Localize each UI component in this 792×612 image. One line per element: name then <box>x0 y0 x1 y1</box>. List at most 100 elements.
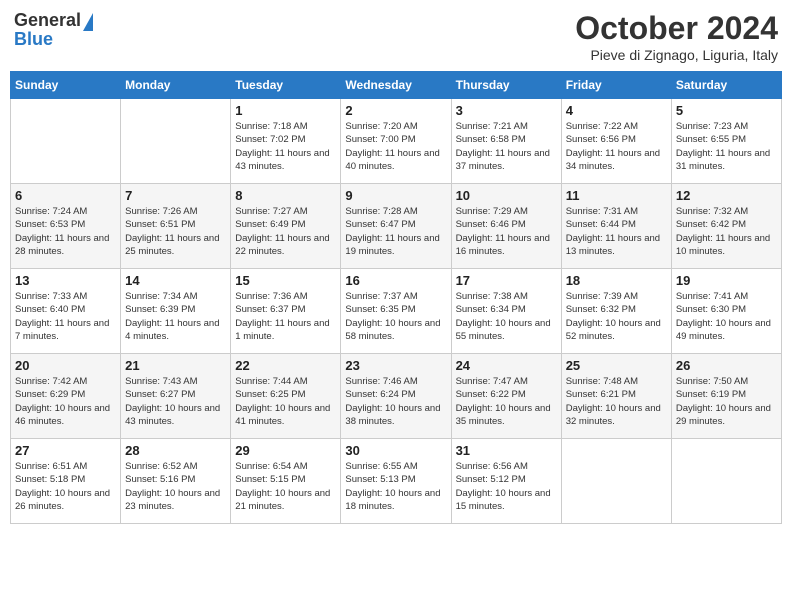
logo-triangle <box>83 13 93 31</box>
logo-blue: Blue <box>14 29 53 50</box>
calendar-cell: 20 Sunrise: 7:42 AM Sunset: 6:29 PM Dayli… <box>11 354 121 439</box>
day-info: Sunrise: 7:32 AM Sunset: 6:42 PM Dayligh… <box>676 205 777 258</box>
calendar-cell: 21 Sunrise: 7:43 AM Sunset: 6:27 PM Dayli… <box>121 354 231 439</box>
day-number: 4 <box>566 103 667 118</box>
calendar-cell: 9 Sunrise: 7:28 AM Sunset: 6:47 PM Daylig… <box>341 184 451 269</box>
weekday-header-monday: Monday <box>121 72 231 99</box>
weekday-header-thursday: Thursday <box>451 72 561 99</box>
calendar-cell: 6 Sunrise: 7:24 AM Sunset: 6:53 PM Daylig… <box>11 184 121 269</box>
calendar-cell <box>561 439 671 524</box>
day-info: Sunrise: 7:24 AM Sunset: 6:53 PM Dayligh… <box>15 205 116 258</box>
day-number: 5 <box>676 103 777 118</box>
calendar-cell <box>121 99 231 184</box>
day-info: Sunrise: 7:43 AM Sunset: 6:27 PM Dayligh… <box>125 375 226 428</box>
calendar-cell: 5 Sunrise: 7:23 AM Sunset: 6:55 PM Daylig… <box>671 99 781 184</box>
day-info: Sunrise: 7:23 AM Sunset: 6:55 PM Dayligh… <box>676 120 777 173</box>
day-info: Sunrise: 6:52 AM Sunset: 5:16 PM Dayligh… <box>125 460 226 513</box>
calendar-cell: 10 Sunrise: 7:29 AM Sunset: 6:46 PM Dayli… <box>451 184 561 269</box>
day-info: Sunrise: 7:39 AM Sunset: 6:32 PM Dayligh… <box>566 290 667 343</box>
calendar-cell: 18Sunrise: 7:39 AM Sunset: 6:32 PM Dayli… <box>561 269 671 354</box>
day-number: 3 <box>456 103 557 118</box>
day-info: Sunrise: 7:22 AM Sunset: 6:56 PM Dayligh… <box>566 120 667 173</box>
day-number: 21 <box>125 358 226 373</box>
calendar-cell: 4 Sunrise: 7:22 AM Sunset: 6:56 PM Daylig… <box>561 99 671 184</box>
weekday-header-tuesday: Tuesday <box>231 72 341 99</box>
calendar-cell: 30Sunrise: 6:55 AM Sunset: 5:13 PM Dayli… <box>341 439 451 524</box>
day-info: Sunrise: 7:50 AM Sunset: 6:19 PM Dayligh… <box>676 375 777 428</box>
day-info: Sunrise: 7:46 AM Sunset: 6:24 PM Dayligh… <box>345 375 446 428</box>
day-info: Sunrise: 6:56 AM Sunset: 5:12 PM Dayligh… <box>456 460 557 513</box>
calendar-cell: 31 Sunrise: 6:56 AM Sunset: 5:12 PM Dayli… <box>451 439 561 524</box>
weekday-header-sunday: Sunday <box>11 72 121 99</box>
day-info: Sunrise: 7:21 AM Sunset: 6:58 PM Dayligh… <box>456 120 557 173</box>
day-info: Sunrise: 7:29 AM Sunset: 6:46 PM Dayligh… <box>456 205 557 258</box>
calendar-cell: 26 Sunrise: 7:50 AM Sunset: 6:19 PM Dayli… <box>671 354 781 439</box>
day-info: Sunrise: 7:47 AM Sunset: 6:22 PM Dayligh… <box>456 375 557 428</box>
day-info: Sunrise: 7:41 AM Sunset: 6:30 PM Dayligh… <box>676 290 777 343</box>
calendar-cell: 11 Sunrise: 7:31 AM Sunset: 6:44 PM Dayli… <box>561 184 671 269</box>
week-row-2: 6 Sunrise: 7:24 AM Sunset: 6:53 PM Daylig… <box>11 184 782 269</box>
day-info: Sunrise: 7:36 AM Sunset: 6:37 PM Dayligh… <box>235 290 336 343</box>
day-number: 8 <box>235 188 336 203</box>
calendar-cell: 16Sunrise: 7:37 AM Sunset: 6:35 PM Dayli… <box>341 269 451 354</box>
day-number: 28 <box>125 443 226 458</box>
day-number: 11 <box>566 188 667 203</box>
day-info: Sunrise: 6:54 AM Sunset: 5:15 PM Dayligh… <box>235 460 336 513</box>
day-info: Sunrise: 7:42 AM Sunset: 6:29 PM Dayligh… <box>15 375 116 428</box>
day-number: 31 <box>456 443 557 458</box>
day-number: 6 <box>15 188 116 203</box>
week-row-5: 27Sunrise: 6:51 AM Sunset: 5:18 PM Dayli… <box>11 439 782 524</box>
logo: General Blue <box>14 10 93 50</box>
calendar-cell: 24 Sunrise: 7:47 AM Sunset: 6:22 PM Dayli… <box>451 354 561 439</box>
day-number: 9 <box>345 188 446 203</box>
day-info: Sunrise: 7:34 AM Sunset: 6:39 PM Dayligh… <box>125 290 226 343</box>
day-number: 1 <box>235 103 336 118</box>
calendar-cell: 28 Sunrise: 6:52 AM Sunset: 5:16 PM Dayli… <box>121 439 231 524</box>
weekday-header-friday: Friday <box>561 72 671 99</box>
day-number: 27 <box>15 443 116 458</box>
day-number: 13 <box>15 273 116 288</box>
calendar-cell: 8Sunrise: 7:27 AM Sunset: 6:49 PM Daylig… <box>231 184 341 269</box>
day-number: 24 <box>456 358 557 373</box>
day-info: Sunrise: 7:48 AM Sunset: 6:21 PM Dayligh… <box>566 375 667 428</box>
calendar-cell: 15 Sunrise: 7:36 AM Sunset: 6:37 PM Dayli… <box>231 269 341 354</box>
day-info: Sunrise: 7:18 AM Sunset: 7:02 PM Dayligh… <box>235 120 336 173</box>
day-info: Sunrise: 7:28 AM Sunset: 6:47 PM Dayligh… <box>345 205 446 258</box>
calendar-cell: 7 Sunrise: 7:26 AM Sunset: 6:51 PM Daylig… <box>121 184 231 269</box>
day-number: 26 <box>676 358 777 373</box>
calendar-cell <box>11 99 121 184</box>
calendar-table: SundayMondayTuesdayWednesdayThursdayFrid… <box>10 71 782 524</box>
logo-general: General <box>14 10 81 31</box>
day-number: 14 <box>125 273 226 288</box>
day-number: 16 <box>345 273 446 288</box>
day-number: 10 <box>456 188 557 203</box>
day-info: Sunrise: 7:20 AM Sunset: 7:00 PM Dayligh… <box>345 120 446 173</box>
week-row-3: 13 Sunrise: 7:33 AM Sunset: 6:40 PM Dayli… <box>11 269 782 354</box>
day-number: 22 <box>235 358 336 373</box>
calendar-cell: 29Sunrise: 6:54 AM Sunset: 5:15 PM Dayli… <box>231 439 341 524</box>
week-row-4: 20 Sunrise: 7:42 AM Sunset: 6:29 PM Dayli… <box>11 354 782 439</box>
day-number: 15 <box>235 273 336 288</box>
location: Pieve di Zignago, Liguria, Italy <box>575 47 778 63</box>
day-info: Sunrise: 6:55 AM Sunset: 5:13 PM Dayligh… <box>345 460 446 513</box>
day-number: 25 <box>566 358 667 373</box>
calendar-cell <box>671 439 781 524</box>
day-info: Sunrise: 7:44 AM Sunset: 6:25 PM Dayligh… <box>235 375 336 428</box>
weekday-header-row: SundayMondayTuesdayWednesdayThursdayFrid… <box>11 72 782 99</box>
day-info: Sunrise: 7:26 AM Sunset: 6:51 PM Dayligh… <box>125 205 226 258</box>
day-number: 17 <box>456 273 557 288</box>
day-number: 20 <box>15 358 116 373</box>
calendar-cell: 2 Sunrise: 7:20 AM Sunset: 7:00 PM Daylig… <box>341 99 451 184</box>
calendar-cell: 13 Sunrise: 7:33 AM Sunset: 6:40 PM Dayli… <box>11 269 121 354</box>
day-number: 2 <box>345 103 446 118</box>
calendar-cell: 25 Sunrise: 7:48 AM Sunset: 6:21 PM Dayli… <box>561 354 671 439</box>
calendar-cell: 19Sunrise: 7:41 AM Sunset: 6:30 PM Dayli… <box>671 269 781 354</box>
weekday-header-saturday: Saturday <box>671 72 781 99</box>
calendar-cell: 14 Sunrise: 7:34 AM Sunset: 6:39 PM Dayli… <box>121 269 231 354</box>
day-number: 23 <box>345 358 446 373</box>
month-title: October 2024 <box>575 10 778 47</box>
calendar-cell: 22 Sunrise: 7:44 AM Sunset: 6:25 PM Dayli… <box>231 354 341 439</box>
day-info: Sunrise: 7:33 AM Sunset: 6:40 PM Dayligh… <box>15 290 116 343</box>
day-number: 7 <box>125 188 226 203</box>
day-info: Sunrise: 7:31 AM Sunset: 6:44 PM Dayligh… <box>566 205 667 258</box>
